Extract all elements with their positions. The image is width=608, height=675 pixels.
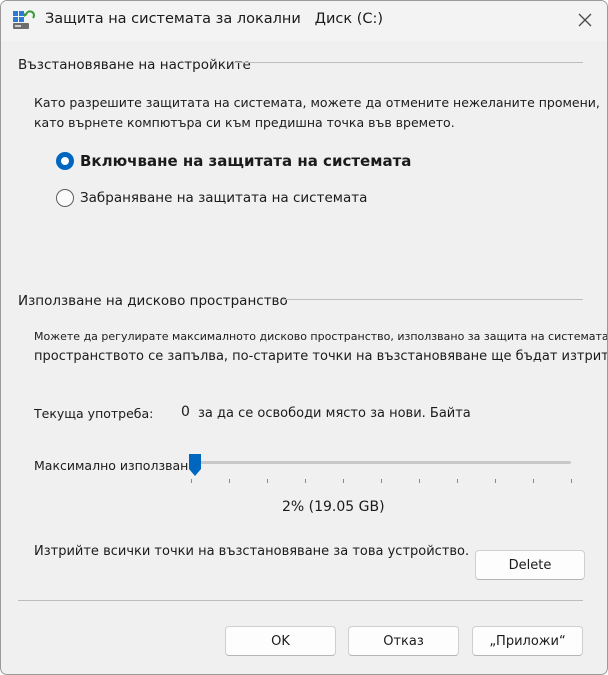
slider-tick	[229, 479, 230, 483]
slider-tick	[343, 479, 344, 483]
ok-button[interactable]: OK	[225, 626, 336, 656]
slider-tick	[495, 479, 496, 483]
restore-settings-header: Възстановяване на настройките	[18, 57, 251, 73]
radio-checked-indicator[interactable]	[56, 152, 74, 170]
restore-description-line1: Като разрешите защитата на системата, мо…	[34, 95, 600, 110]
max-usage-slider-track[interactable]	[191, 461, 571, 464]
restore-settings-divider	[233, 62, 583, 63]
slider-tick	[533, 479, 534, 483]
current-usage-suffix: за да се освободи място за нови. Байта	[198, 406, 471, 421]
max-usage-slider-thumb[interactable]	[188, 453, 202, 477]
cancel-button[interactable]: Отказ	[348, 626, 459, 656]
radio-enable-protection[interactable]: Включване на защитата на системата	[56, 152, 411, 170]
max-usage-label: Максимално използване:	[34, 458, 201, 473]
system-protection-dialog: Защита на системата за локални Диск (C:)…	[0, 0, 608, 675]
slider-tick	[267, 479, 268, 483]
system-protection-icon	[12, 9, 36, 31]
disk-description-line1: Можете да регулирате максималното дисков…	[34, 330, 608, 343]
slider-tick	[419, 479, 420, 483]
disk-usage-divider	[283, 299, 583, 300]
slider-tick	[381, 479, 382, 483]
apply-button[interactable]: „Приложи“	[472, 626, 583, 656]
delete-description: Изтрийте всички точки на възстановяване …	[34, 544, 470, 559]
window-title: Защита на системата за локални Диск (C:)	[45, 11, 384, 27]
disk-usage-header: Използване на дисково пространство	[18, 293, 288, 309]
radio-unchecked-indicator[interactable]	[56, 189, 74, 207]
slider-tick	[191, 479, 192, 483]
radio-disable-label[interactable]: Забраняване на защитата на системата	[80, 190, 367, 206]
radio-disable-protection[interactable]: Забраняване на защитата на системата	[56, 189, 367, 207]
close-icon	[578, 13, 592, 27]
footer-divider	[18, 600, 583, 601]
current-usage-label: Текуща употреба:	[34, 406, 154, 421]
slider-tick	[305, 479, 306, 483]
delete-button[interactable]: Delete	[475, 550, 585, 580]
disk-description-line2: пространството се запълва, по-старите то…	[34, 349, 608, 364]
restore-description-line2: като върнете компютъра си към предишна т…	[34, 115, 455, 130]
slider-tick	[571, 479, 572, 483]
max-usage-display: 2% (19.05 GB)	[282, 499, 385, 515]
radio-enable-label[interactable]: Включване на защитата на системата	[80, 152, 411, 170]
current-usage-value: 0	[181, 404, 190, 420]
slider-tick	[457, 479, 458, 483]
title-bar: Защита на системата за локални Диск (C:)	[1, 1, 607, 41]
close-button[interactable]	[563, 1, 607, 39]
